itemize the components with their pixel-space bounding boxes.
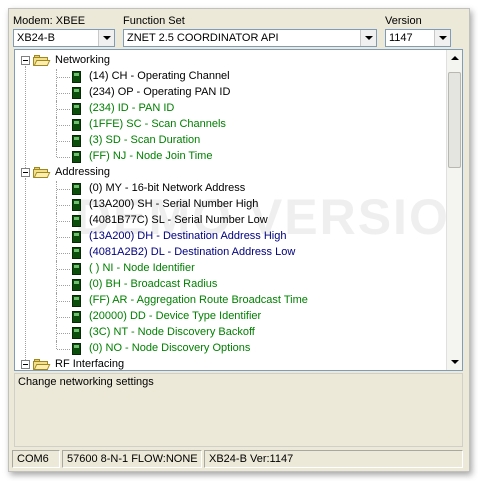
chevron-down-icon <box>364 36 373 40</box>
parameter-icon <box>72 135 81 147</box>
param-label: (FF) AR - Aggregation Route Broadcast Ti… <box>89 294 308 306</box>
tree-param-item[interactable]: (1FFE) SC - Scan Channels <box>15 117 443 133</box>
param-label: (20000) DD - Device Type Identifier <box>89 310 262 322</box>
tree-param-item[interactable]: (234) OP - Operating PAN ID <box>15 85 443 101</box>
chevron-down-icon <box>102 36 111 40</box>
param-label: (4081A2B2) DL - Destination Address Low <box>89 246 296 258</box>
param-label: (4081B77C) SL - Serial Number Low <box>89 214 268 226</box>
scrollbar-thumb[interactable] <box>448 72 461 168</box>
arrow-down-icon <box>451 360 459 364</box>
param-label: (3) SD - Scan Duration <box>89 134 201 146</box>
tree-param-item[interactable]: ( ) NI - Node Identifier <box>15 261 443 277</box>
tree-param-item[interactable]: (0) NO - Node Discovery Options <box>15 341 443 357</box>
param-label: (FF) NJ - Node Join Time <box>89 150 213 162</box>
tree-param-item[interactable]: (0) MY - 16-bit Network Address <box>15 181 443 197</box>
tree-rows: Networking (14) CH - Operating Channel (23… <box>15 53 443 370</box>
tree-category[interactable]: Networking <box>15 53 443 69</box>
modem-select-value: XB24-B <box>17 32 55 44</box>
param-label: (0) MY - 16-bit Network Address <box>89 182 246 194</box>
parameter-icon <box>72 311 81 323</box>
parameter-tree[interactable]: DEMO VERSION Networking (14) CH - Operati… <box>14 49 463 371</box>
parameter-icon <box>72 295 81 307</box>
status-bar: COM6 57600 8-N-1 FLOW:NONE XB24-B Ver:11… <box>12 450 467 468</box>
parameter-icon <box>72 119 81 131</box>
parameter-icon <box>72 183 81 195</box>
function-set-label: Function Set <box>123 15 185 27</box>
parameter-icon <box>72 279 81 291</box>
folder-open-icon <box>33 359 51 370</box>
modem-select[interactable]: XB24-B <box>13 29 115 47</box>
function-set-value: ZNET 2.5 COORDINATOR API <box>127 32 279 44</box>
scroll-down-button[interactable] <box>447 354 462 370</box>
arrow-up-icon <box>451 56 459 60</box>
vertical-scrollbar[interactable] <box>446 50 462 370</box>
parameter-icon <box>72 247 81 259</box>
chevron-down-icon <box>438 36 447 40</box>
param-label: (13A200) SH - Serial Number High <box>89 198 259 210</box>
category-label: RF Interfacing <box>55 358 125 370</box>
description-panel: Change networking settings <box>14 373 463 447</box>
param-label: ( ) NI - Node Identifier <box>89 262 195 274</box>
tree-param-item[interactable]: (3) SD - Scan Duration <box>15 133 443 149</box>
parameter-icon <box>72 103 81 115</box>
tree-param-item[interactable]: (20000) DD - Device Type Identifier <box>15 309 443 325</box>
version-label: Version <box>385 15 422 27</box>
tree-param-item[interactable]: (0) BH - Broadcast Radius <box>15 277 443 293</box>
param-label: (0) BH - Broadcast Radius <box>89 278 218 290</box>
param-label: (234) ID - PAN ID <box>89 102 175 114</box>
tree-param-item[interactable]: (FF) NJ - Node Join Time <box>15 149 443 165</box>
param-label: (13A200) DH - Destination Address High <box>89 230 287 242</box>
param-label: (1FFE) SC - Scan Channels <box>89 118 226 130</box>
collapse-icon[interactable] <box>21 360 30 369</box>
scroll-up-button[interactable] <box>447 50 462 66</box>
parameter-icon <box>72 215 81 227</box>
tree-param-item[interactable]: (4081A2B2) DL - Destination Address Low <box>15 245 443 261</box>
modem-label: Modem: XBEE <box>13 15 86 27</box>
status-settings: 57600 8-N-1 FLOW:NONE <box>62 450 202 468</box>
modem-dropdown-button[interactable] <box>98 30 114 46</box>
category-label: Networking <box>55 54 111 66</box>
category-label: Addressing <box>55 166 111 178</box>
param-label: (14) CH - Operating Channel <box>89 70 230 82</box>
tree-category[interactable]: RF Interfacing <box>15 357 443 370</box>
tree-param-item[interactable]: (3C) NT - Node Discovery Backoff <box>15 325 443 341</box>
param-label: (3C) NT - Node Discovery Backoff <box>89 326 255 338</box>
modem-configuration-window: Modem: XBEE XB24-B Function Set ZNET 2.5… <box>8 8 470 472</box>
tree-param-item[interactable]: (13A200) SH - Serial Number High <box>15 197 443 213</box>
parameter-icon <box>72 327 81 339</box>
function-set-select[interactable]: ZNET 2.5 COORDINATOR API <box>123 29 377 47</box>
status-port: COM6 <box>12 450 60 468</box>
tree-param-item[interactable]: (14) CH - Operating Channel <box>15 69 443 85</box>
collapse-icon[interactable] <box>21 56 30 65</box>
param-label: (0) NO - Node Discovery Options <box>89 342 251 354</box>
status-device: XB24-B Ver:1147 <box>204 450 463 468</box>
parameter-icon <box>72 71 81 83</box>
folder-open-icon <box>33 167 51 179</box>
tree-category[interactable]: Addressing <box>15 165 443 181</box>
tree-param-item[interactable]: (4081B77C) SL - Serial Number Low <box>15 213 443 229</box>
folder-open-icon <box>33 55 51 67</box>
description-text: Change networking settings <box>18 376 154 388</box>
parameter-icon <box>72 151 81 163</box>
param-label: (234) OP - Operating PAN ID <box>89 86 231 98</box>
function-set-dropdown-button[interactable] <box>360 30 376 46</box>
parameter-icon <box>72 199 81 211</box>
tree-param-item[interactable]: (234) ID - PAN ID <box>15 101 443 117</box>
parameter-icon <box>72 343 81 355</box>
version-select[interactable]: 1147 <box>385 29 451 47</box>
collapse-icon[interactable] <box>21 168 30 177</box>
tree-param-item[interactable]: (13A200) DH - Destination Address High <box>15 229 443 245</box>
parameter-icon <box>72 263 81 275</box>
parameter-icon <box>72 87 81 99</box>
version-dropdown-button[interactable] <box>434 30 450 46</box>
tree-param-item[interactable]: (FF) AR - Aggregation Route Broadcast Ti… <box>15 293 443 309</box>
version-value: 1147 <box>389 32 413 44</box>
parameter-icon <box>72 231 81 243</box>
